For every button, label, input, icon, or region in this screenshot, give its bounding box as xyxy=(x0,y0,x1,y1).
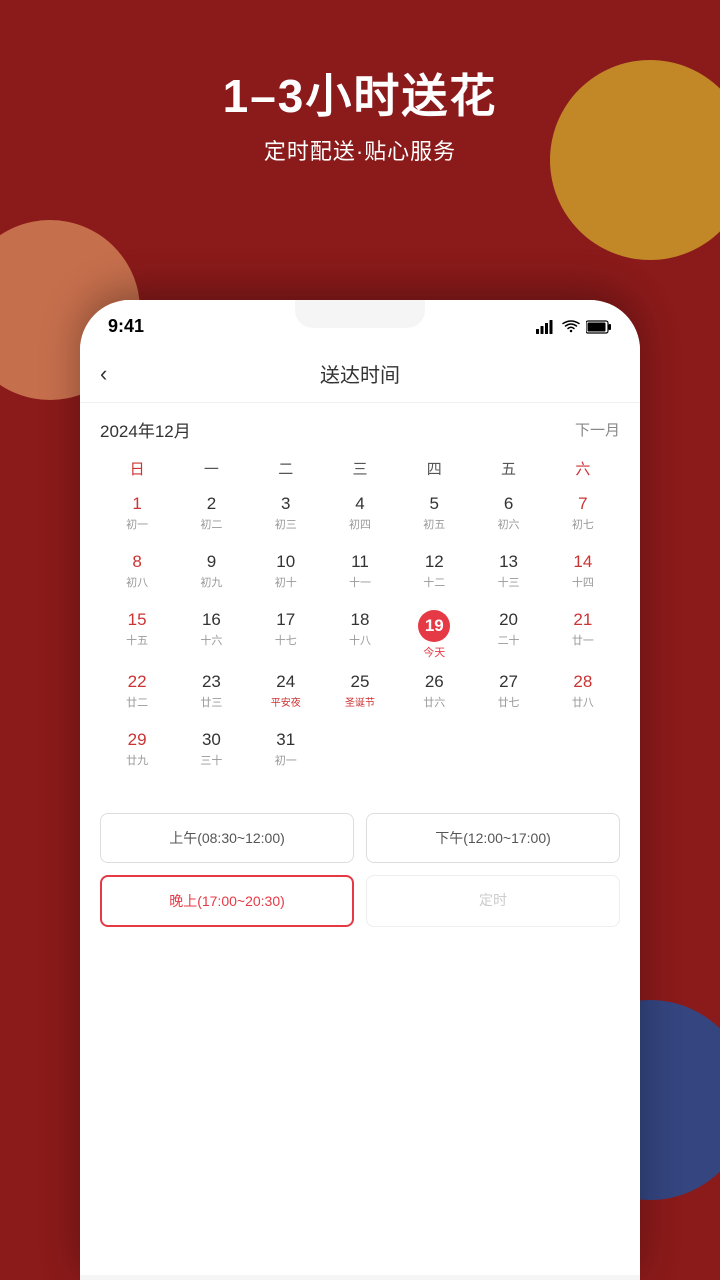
calendar-day-6[interactable]: 6初六 xyxy=(471,489,545,545)
calendar-day-30[interactable]: 30三十 xyxy=(174,725,248,781)
calendar-section: 2024年12月 下一月 日 一 二 三 四 五 六 1初一2初二3初三4初四5… xyxy=(80,403,640,797)
nav-bar: ‹ 送达时间 xyxy=(80,345,640,403)
time-slots: 上午(08:30~12:00)下午(12:00~17:00)晚上(17:00~2… xyxy=(80,797,640,927)
calendar-day-31[interactable]: 31初一 xyxy=(249,725,323,781)
time-slot-0[interactable]: 上午(08:30~12:00) xyxy=(100,813,354,863)
signal-icon xyxy=(536,320,556,334)
calendar-day-empty xyxy=(323,725,397,781)
header-title: 1–3小时送花 xyxy=(0,60,720,126)
calendar-day-2[interactable]: 2初二 xyxy=(174,489,248,545)
status-icons xyxy=(536,320,612,334)
calendar-day-10[interactable]: 10初十 xyxy=(249,547,323,603)
calendar-day-17[interactable]: 17十七 xyxy=(249,605,323,665)
day-header-sun: 日 xyxy=(100,452,174,485)
calendar-day-29[interactable]: 29廿九 xyxy=(100,725,174,781)
calendar-day-19[interactable]: 19今天 xyxy=(397,605,471,665)
nav-title: 送达时间 xyxy=(320,359,400,388)
calendar-day-18[interactable]: 18十八 xyxy=(323,605,397,665)
time-slot-1[interactable]: 下午(12:00~17:00) xyxy=(366,813,620,863)
day-headers: 日 一 二 三 四 五 六 xyxy=(100,452,620,485)
calendar-day-9[interactable]: 9初九 xyxy=(174,547,248,603)
calendar-day-20[interactable]: 20二十 xyxy=(471,605,545,665)
calendar-day-12[interactable]: 12十二 xyxy=(397,547,471,603)
battery-icon xyxy=(586,320,612,334)
month-header: 2024年12月 下一月 xyxy=(100,403,620,452)
calendar-day-24[interactable]: 24平安夜 xyxy=(249,667,323,723)
day-header-thu: 四 xyxy=(397,452,471,485)
phone-notch xyxy=(295,300,425,328)
calendar-day-22[interactable]: 22廿二 xyxy=(100,667,174,723)
phone-mockup: 9:41 xyxy=(80,300,640,1280)
calendar-day-8[interactable]: 8初八 xyxy=(100,547,174,603)
header-subtitle: 定时配送·贴心服务 xyxy=(0,134,720,166)
time-slot-3[interactable]: 定时 xyxy=(366,875,620,927)
calendar-day-15[interactable]: 15十五 xyxy=(100,605,174,665)
calendar-day-13[interactable]: 13十三 xyxy=(471,547,545,603)
back-button[interactable]: ‹ xyxy=(100,361,107,387)
calendar-day-27[interactable]: 27廿七 xyxy=(471,667,545,723)
calendar-day-1[interactable]: 1初一 xyxy=(100,489,174,545)
calendar-day-26[interactable]: 26廿六 xyxy=(397,667,471,723)
calendar-day-5[interactable]: 5初五 xyxy=(397,489,471,545)
header-section: 1–3小时送花 定时配送·贴心服务 xyxy=(0,60,720,166)
calendar-day-16[interactable]: 16十六 xyxy=(174,605,248,665)
calendar-day-empty xyxy=(471,725,545,781)
time-slot-2[interactable]: 晚上(17:00~20:30) xyxy=(100,875,354,927)
calendar-day-25[interactable]: 25圣诞节 xyxy=(323,667,397,723)
calendar-day-14[interactable]: 14十四 xyxy=(546,547,620,603)
day-header-wed: 三 xyxy=(323,452,397,485)
month-year: 2024年12月 xyxy=(100,417,191,442)
calendar-day-7[interactable]: 7初七 xyxy=(546,489,620,545)
calendar-day-11[interactable]: 11十一 xyxy=(323,547,397,603)
calendar-grid: 1初一2初二3初三4初四5初五6初六7初七8初八9初九10初十11十一12十二1… xyxy=(100,489,620,781)
calendar-day-empty xyxy=(397,725,471,781)
day-header-fri: 五 xyxy=(471,452,545,485)
day-header-sat: 六 xyxy=(546,452,620,485)
calendar-day-23[interactable]: 23廿三 xyxy=(174,667,248,723)
app-content: ‹ 送达时间 2024年12月 下一月 日 一 二 三 四 五 六 1初一2初二… xyxy=(80,345,640,1275)
calendar-day-4[interactable]: 4初四 xyxy=(323,489,397,545)
next-month-button[interactable]: 下一月 xyxy=(575,419,620,440)
calendar-day-empty xyxy=(546,725,620,781)
calendar-day-28[interactable]: 28廿八 xyxy=(546,667,620,723)
day-header-mon: 一 xyxy=(174,452,248,485)
calendar-day-21[interactable]: 21廿一 xyxy=(546,605,620,665)
calendar-day-3[interactable]: 3初三 xyxy=(249,489,323,545)
wifi-icon xyxy=(562,320,580,334)
status-time: 9:41 xyxy=(108,316,144,337)
day-header-tue: 二 xyxy=(249,452,323,485)
